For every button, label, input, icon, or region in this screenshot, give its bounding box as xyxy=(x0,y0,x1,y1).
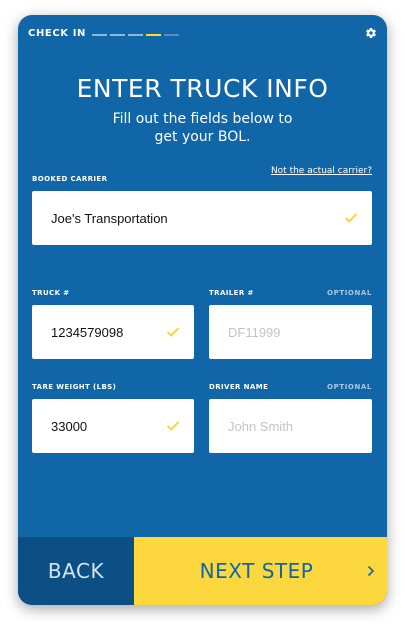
step-label: CHECK IN xyxy=(28,28,86,39)
progress-segment xyxy=(128,34,143,36)
back-button-label: BACK xyxy=(47,559,105,583)
trailer-number-label: TRAILER # xyxy=(209,289,254,297)
chevron-right-icon xyxy=(367,565,375,577)
next-step-button[interactable]: NEXT STEP xyxy=(134,537,387,605)
back-button[interactable]: BACK xyxy=(18,537,134,605)
driver-name-placeholder: John Smith xyxy=(228,418,294,434)
progress-segment-current xyxy=(146,34,161,36)
trailer-number-placeholder: DF11999 xyxy=(228,324,281,340)
checkmark-icon xyxy=(344,213,358,223)
progress-segment xyxy=(92,34,107,36)
truck-number-field[interactable]: 1234579098 xyxy=(32,305,194,359)
subtitle-line: get your BOL. xyxy=(154,129,251,145)
tare-weight-value: 33000 xyxy=(51,418,88,434)
booked-carrier-value: Joe's Transportation xyxy=(51,210,168,226)
trailer-number-field[interactable]: DF11999 xyxy=(209,305,372,359)
progress-segment xyxy=(164,34,179,36)
optional-tag: OPTIONAL xyxy=(327,289,372,297)
subtitle-line: Fill out the fields below to xyxy=(112,111,293,127)
not-actual-carrier-link[interactable]: Not the actual carrier? xyxy=(271,166,372,176)
booked-carrier-label: BOOKED CARRIER xyxy=(32,175,108,183)
tare-weight-field[interactable]: 33000 xyxy=(32,399,194,453)
optional-tag: OPTIONAL xyxy=(327,383,372,391)
truck-number-value: 1234579098 xyxy=(51,324,124,340)
checkmark-icon xyxy=(166,327,180,337)
truck-info-card: CHECK IN ENTER TRUCK INFO Fill out the f… xyxy=(18,15,387,605)
next-step-label: NEXT STEP xyxy=(199,559,314,583)
page-title: ENTER TRUCK INFO xyxy=(76,74,329,103)
driver-name-field[interactable]: John Smith xyxy=(209,399,372,453)
tare-weight-label: TARE WEIGHT (LBS) xyxy=(32,383,117,391)
booked-carrier-field[interactable]: Joe's Transportation xyxy=(32,191,372,245)
driver-name-label: DRIVER NAME xyxy=(209,383,269,391)
gear-icon[interactable] xyxy=(365,27,377,39)
checkmark-icon xyxy=(166,421,180,431)
progress-indicator xyxy=(92,34,179,36)
truck-number-label: TRUCK # xyxy=(32,289,70,297)
page-subtitle: Fill out the fields below to get your BO… xyxy=(18,110,387,146)
progress-segment xyxy=(110,34,125,36)
top-bar: CHECK IN xyxy=(18,15,387,55)
